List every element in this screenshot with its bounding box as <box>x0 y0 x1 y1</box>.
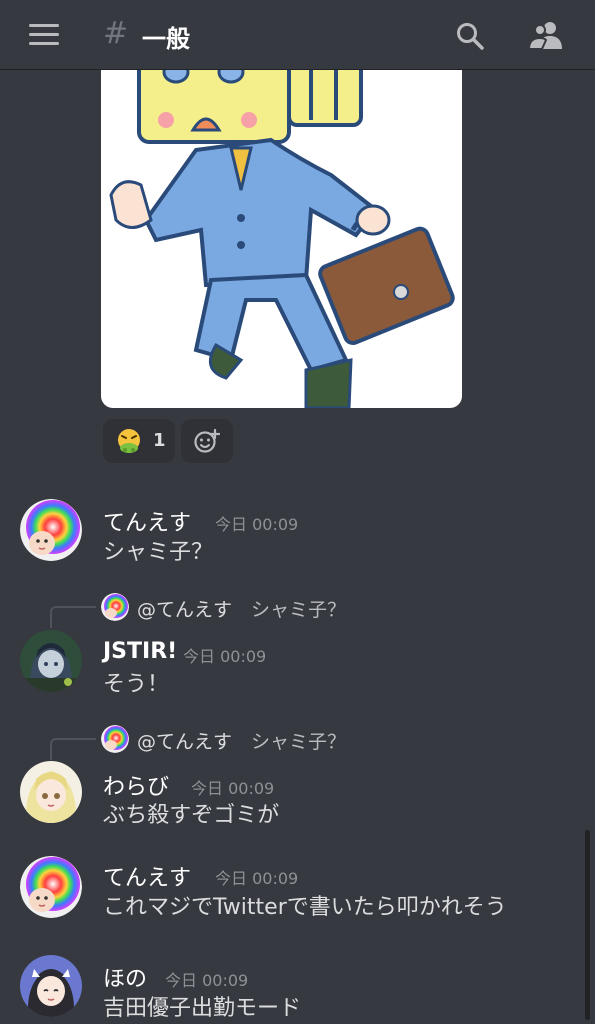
message-text: そう！ <box>103 672 170 697</box>
avatar[interactable] <box>20 856 82 918</box>
reply-mention[interactable]: @てんえす <box>137 595 232 622</box>
message-timestamp: 今日 00:09 <box>191 779 275 798</box>
members-icon[interactable] <box>528 19 564 51</box>
nauseated-face-icon <box>118 429 140 453</box>
reply-connector <box>50 606 96 628</box>
message-username[interactable]: JSTIR! <box>103 639 177 664</box>
avatar[interactable] <box>20 499 82 561</box>
message-text: これマジでTwitterで書いたら叩かれそう <box>103 895 507 920</box>
reply-avatar <box>101 593 129 621</box>
message-timestamp: 今日 00:09 <box>165 971 249 990</box>
message-timestamp: 今日 00:09 <box>215 869 299 888</box>
reply-connector <box>50 738 96 760</box>
reply-preview-text[interactable]: シャミ子？ <box>251 595 346 622</box>
avatar[interactable] <box>20 955 82 1017</box>
reply-preview-text[interactable]: シャミ子？ <box>251 727 346 754</box>
message-timestamp: 今日 00:09 <box>215 515 299 534</box>
avatar[interactable] <box>20 630 82 692</box>
search-icon[interactable] <box>455 21 485 51</box>
scrollbar[interactable] <box>585 830 590 1020</box>
channel-title: 一般 <box>142 25 190 53</box>
add-reaction-button[interactable] <box>181 419 233 463</box>
businessman-illustration <box>109 70 455 408</box>
avatar[interactable] <box>20 761 82 823</box>
message-text: シャミ子？ <box>103 540 214 565</box>
image-attachment[interactable] <box>101 70 462 408</box>
message-username[interactable]: てんえす <box>103 505 191 537</box>
reaction-count: 1 <box>153 430 166 451</box>
reply-mention[interactable]: @てんえす <box>137 727 232 754</box>
message-username[interactable]: てんえす <box>103 860 191 892</box>
message-timestamp: 今日 00:09 <box>183 647 267 666</box>
message-username[interactable]: ほの <box>103 961 147 993</box>
add-reaction-icon <box>194 428 220 453</box>
message-text: ぶち殺すぞゴミが <box>103 803 280 828</box>
channel-header: # 一般 <box>0 0 595 70</box>
hamburger-menu-icon[interactable] <box>29 24 59 46</box>
message-text: 吉田優子出勤モード <box>103 996 302 1021</box>
channel-hash-icon: # <box>103 16 129 51</box>
reply-avatar <box>101 725 129 753</box>
reaction-nauseated-face[interactable]: 1 <box>103 419 175 463</box>
